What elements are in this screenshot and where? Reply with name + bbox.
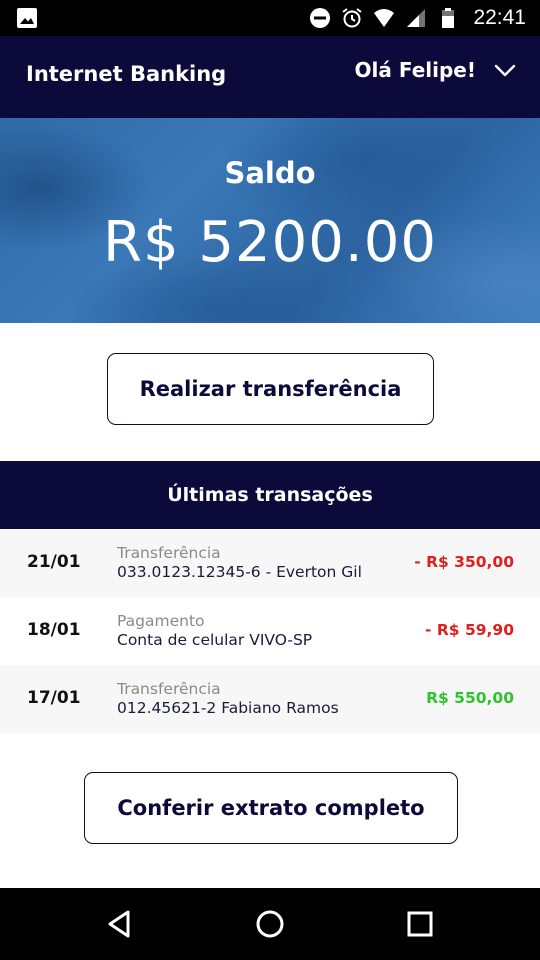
transaction-amount: - R$ 59,90 xyxy=(425,621,514,639)
balance-value: R$ 5200.00 xyxy=(103,210,437,275)
image-icon xyxy=(17,8,37,28)
signal-icon xyxy=(407,9,426,27)
recents-icon[interactable] xyxy=(402,906,438,942)
app-bar: Internet Banking Olá Felipe! xyxy=(0,36,540,118)
transaction-row[interactable]: 21/01 Transferência 033.0123.12345-6 - E… xyxy=(0,529,540,597)
transaction-date: 21/01 xyxy=(27,552,81,572)
wifi-icon xyxy=(374,9,395,27)
transaction-amount: R$ 550,00 xyxy=(426,689,514,707)
transaction-type: Transferência xyxy=(117,680,221,698)
full-statement-button[interactable]: Conferir extrato completo xyxy=(84,772,458,844)
transaction-row[interactable]: 18/01 Pagamento Conta de celular VIVO-SP… xyxy=(0,597,540,665)
transaction-type: Transferência xyxy=(117,544,221,562)
do-not-disturb-icon xyxy=(310,8,331,28)
home-icon[interactable] xyxy=(252,906,288,942)
balance-banner: Saldo R$ 5200.00 xyxy=(0,118,540,323)
alarm-icon xyxy=(342,8,363,28)
balance-label: Saldo xyxy=(224,156,316,190)
status-time: 22:41 xyxy=(473,6,526,29)
transaction-amount: - R$ 350,00 xyxy=(414,553,514,571)
transfer-button[interactable]: Realizar transferência xyxy=(107,353,434,425)
app-title: Internet Banking xyxy=(26,62,227,86)
transactions-list: 21/01 Transferência 033.0123.12345-6 - E… xyxy=(0,529,540,733)
chevron-down-icon[interactable] xyxy=(494,59,516,81)
transaction-type: Pagamento xyxy=(117,612,205,630)
transaction-description: 033.0123.12345-6 - Everton Gil xyxy=(117,563,362,581)
user-menu[interactable]: Olá Felipe! xyxy=(355,58,516,82)
back-icon[interactable] xyxy=(102,906,138,942)
user-greeting[interactable]: Olá Felipe! xyxy=(355,58,476,82)
navigation-bar xyxy=(0,888,540,960)
transaction-description: 012.45621-2 Fabiano Ramos xyxy=(117,699,339,717)
transaction-date: 18/01 xyxy=(27,620,81,640)
status-bar: 22:41 xyxy=(0,0,540,36)
transaction-row[interactable]: 17/01 Transferência 012.45621-2 Fabiano … xyxy=(0,665,540,733)
transactions-header: Últimas transações xyxy=(0,461,540,529)
transaction-date: 17/01 xyxy=(27,688,81,708)
battery-icon xyxy=(442,8,455,28)
transaction-description: Conta de celular VIVO-SP xyxy=(117,631,313,649)
